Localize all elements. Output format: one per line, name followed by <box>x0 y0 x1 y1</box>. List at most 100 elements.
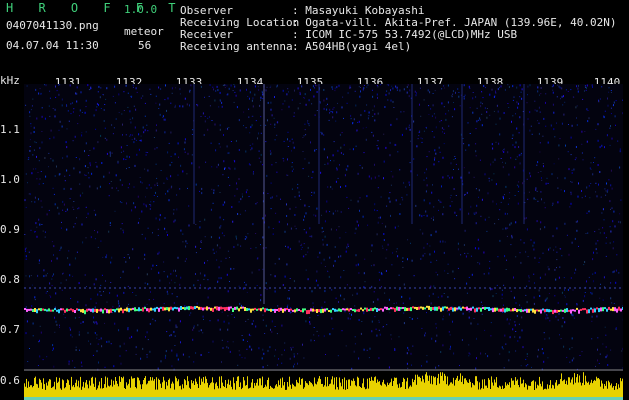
spectrum-bar-column <box>357 376 358 400</box>
spectrum-bar-column <box>332 376 333 400</box>
spectrum-bar-column <box>91 377 92 400</box>
spectrum-bar-column <box>442 372 443 400</box>
spectrum-bar-column <box>320 379 321 400</box>
spectrum-bar-column <box>145 376 146 400</box>
spectrum-bar-column <box>336 377 337 400</box>
spectrum-bar-column <box>375 376 376 400</box>
spectrum-bar-column <box>212 377 213 400</box>
info-antenna-label: Receiving antenna <box>180 40 293 53</box>
spectrum-bar-column <box>496 377 497 400</box>
spectrum-bar-column <box>169 378 170 400</box>
spectrum-bar-column <box>420 378 421 400</box>
spectrum-bar-column <box>289 376 290 400</box>
frequency-axis: kHz 1.1 1.0 0.9 0.8 0.7 0.6 <box>0 72 24 400</box>
spectrum-bar-column <box>576 377 577 400</box>
spectrum-bar-column <box>221 376 222 400</box>
spectrum-bar-column <box>456 378 457 400</box>
spectrum-bar-column <box>561 373 562 400</box>
spectrum-bar-column <box>59 377 60 400</box>
spectrum-bar-column <box>622 378 623 400</box>
spectrum-bar-column <box>418 376 419 400</box>
spectrum-bar-column <box>119 376 120 400</box>
spectrum-bar-column <box>489 379 490 400</box>
spectrum-bar-column <box>415 374 416 400</box>
spectrum-bar-column <box>237 376 238 400</box>
spectrum-bar-column <box>429 375 430 400</box>
spectrum-bar-column <box>228 379 229 400</box>
spectrum-bar-column <box>163 376 164 400</box>
spectrum-bar-column <box>568 377 569 400</box>
spectrum-bar-column <box>363 378 364 400</box>
spectrum-bar-column <box>444 373 445 400</box>
spectrum-bar-column <box>268 377 269 400</box>
spectrum-bar-column <box>482 379 483 400</box>
spectrum-bar-column <box>158 378 159 400</box>
spectrum-bar-column <box>437 378 438 400</box>
freq-label: 1.1 <box>0 123 20 136</box>
spectrum-bar-column <box>353 378 354 400</box>
spectrum-bar-column <box>134 378 135 400</box>
spectrum-bar-column <box>131 376 132 400</box>
spectrum-bar-column <box>585 375 586 400</box>
spectrum-bar-column <box>34 377 35 400</box>
spectrogram-background <box>24 84 623 371</box>
spectrum-bar-column <box>469 379 470 400</box>
freq-label: 0.6 <box>0 374 20 387</box>
spectrum-bar-column <box>238 376 239 400</box>
freq-label: 0.9 <box>0 223 20 236</box>
spectrum-bar-column <box>591 379 592 400</box>
spectrum-bar-column <box>620 378 621 400</box>
header-panel: H R O F F T 1.0.0 0407041130.png meteor … <box>0 0 629 72</box>
spectrum-bar-column <box>154 379 155 400</box>
spectrum-bar-column <box>539 376 540 400</box>
spectrum-bar-column <box>571 379 572 400</box>
spectrum-bar-column <box>132 378 133 400</box>
spectrum-bar-column <box>569 377 570 400</box>
spectrum-bar-column <box>391 378 392 400</box>
freq-label: 0.7 <box>0 323 20 336</box>
spectrum-bar-column <box>247 376 248 400</box>
spectrum-bar-column <box>176 378 177 400</box>
spectrum-bar-column <box>35 376 36 400</box>
spectrum-bar-column <box>594 379 595 400</box>
spectrum-bar-column <box>457 375 458 400</box>
spectrum-bar-column <box>583 372 584 400</box>
spectrum-bar-column <box>299 377 300 400</box>
spectrum-bar-column <box>319 376 320 400</box>
spectrum-bar-column <box>440 372 441 400</box>
spectrum-bar-column <box>206 378 207 400</box>
spectrum-bar-column <box>219 376 220 400</box>
spectrum-bar-column <box>296 379 297 400</box>
spectrum-bar-column <box>187 376 188 400</box>
spectrum-bar-column <box>144 378 145 400</box>
spectrum-bar-column <box>462 375 463 400</box>
spectrum-bar-column <box>598 378 599 400</box>
spectrum-bar-column <box>243 377 244 400</box>
spectrum-bar-column <box>517 379 518 400</box>
spectrum-bar-column <box>371 376 372 400</box>
spectrum-bar-column <box>262 376 263 400</box>
spectrum-bar-column <box>414 379 415 400</box>
spectrum-bar-column <box>129 379 130 400</box>
spectrum-bar-column <box>447 376 448 400</box>
spectrum-bar-column <box>574 373 575 400</box>
spectrum-bar-column <box>56 377 57 400</box>
spectrum-bar-column <box>184 379 185 400</box>
spectrum-bar-column <box>105 376 106 400</box>
spectrum-bar-column <box>301 379 302 400</box>
spectrum-bar-column <box>377 379 378 400</box>
spectrum-bar-column <box>484 379 485 400</box>
app-name: H R O F F T <box>6 1 185 15</box>
spectrum-bar-column <box>383 379 384 400</box>
spectrum-bar-column <box>491 376 492 400</box>
spectrum-bar-column <box>417 374 418 400</box>
spectrum-bar-column <box>460 373 461 400</box>
spectrum-bar-column <box>327 377 328 400</box>
spectrum-bar-column <box>203 377 204 400</box>
spectrum-bar-column <box>404 379 405 400</box>
spectrum-bar-column <box>334 377 335 400</box>
spectrum-bar-column <box>314 377 315 400</box>
spectrum-bar-column <box>152 377 153 400</box>
spectrum-bar-column <box>101 378 102 400</box>
spectrum-bar-column <box>394 377 395 400</box>
